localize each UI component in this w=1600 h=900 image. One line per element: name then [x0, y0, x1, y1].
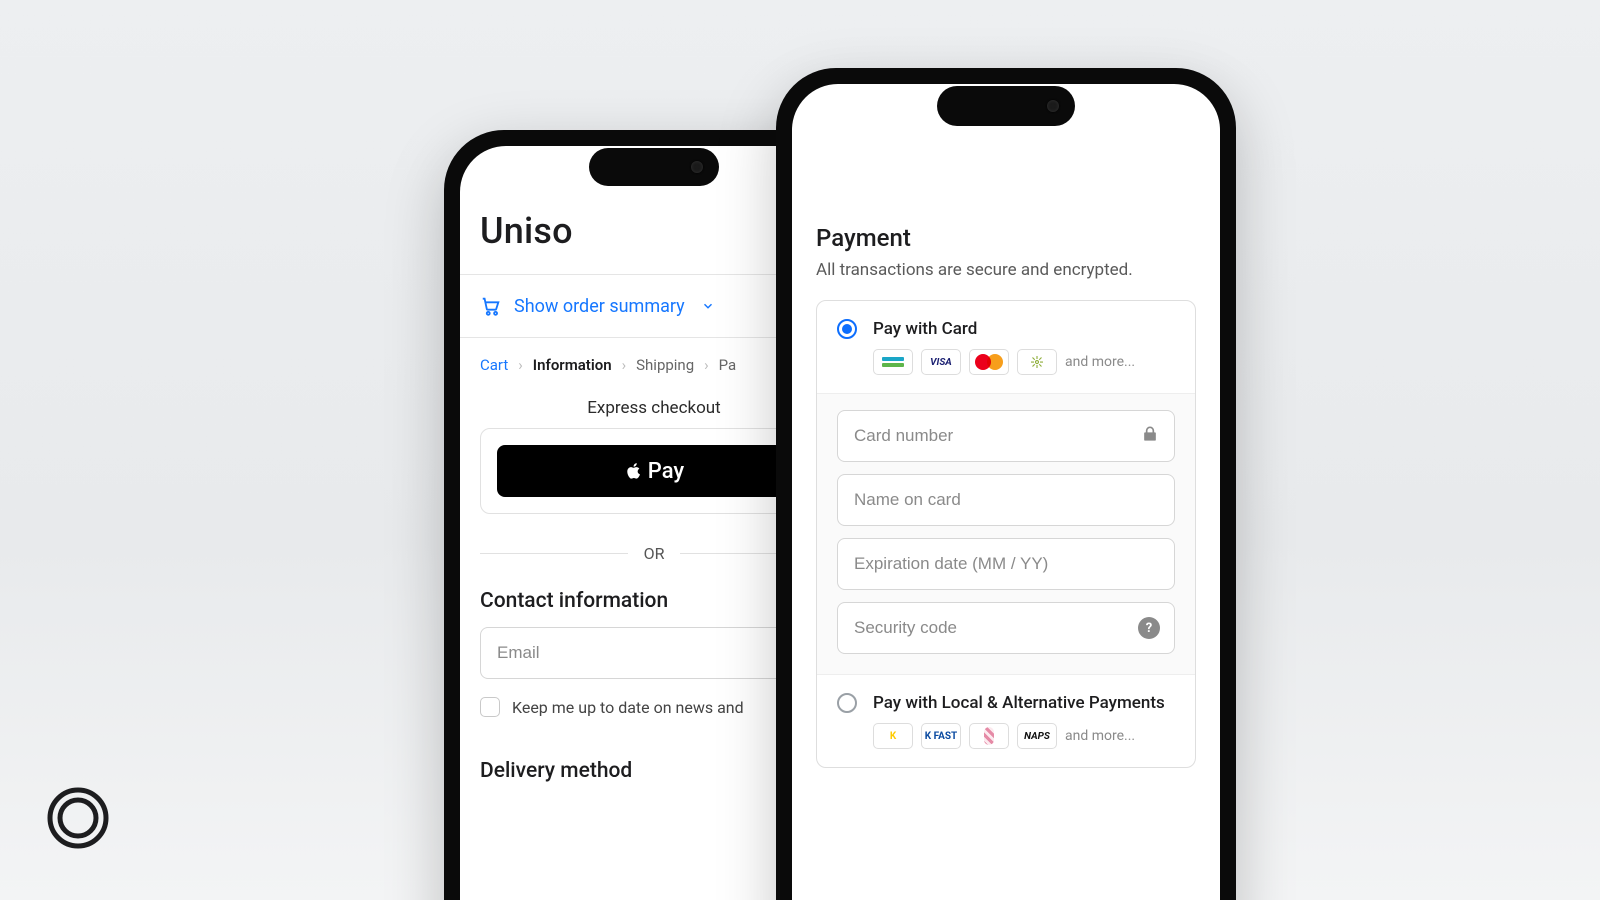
- mastercard-logo-icon: [969, 349, 1009, 375]
- checkbox-icon: [480, 697, 500, 717]
- payment-method-card: Pay with Card VISA and more...: [817, 301, 1195, 394]
- radio-on-icon: [837, 319, 857, 339]
- payment-method-alternative: Pay with Local & Alternative Payments K …: [817, 675, 1195, 767]
- concentric-circles-icon: [46, 786, 110, 850]
- knet-logo-icon: K: [873, 723, 913, 749]
- payment-subtitle: All transactions are secure and encrypte…: [816, 260, 1196, 280]
- chevron-right-icon: ›: [518, 356, 523, 374]
- chevron-right-icon: ›: [704, 356, 709, 374]
- select-pay-alternative[interactable]: Pay with Local & Alternative Payments: [837, 693, 1175, 713]
- meeza-logo-icon: [1017, 349, 1057, 375]
- page-corner-logo: [46, 786, 110, 854]
- name-on-card-field: [837, 474, 1175, 526]
- news-opt-in-label: Keep me up to date on news and: [512, 698, 744, 717]
- chevron-right-icon: ›: [622, 356, 627, 374]
- name-on-card-input[interactable]: [838, 475, 1174, 525]
- cvc-input[interactable]: [838, 603, 1174, 653]
- card-logos-more: and more...: [1065, 354, 1135, 370]
- divider-or-label: OR: [644, 544, 665, 563]
- payment-methods-card: Pay with Card VISA and more...: [816, 300, 1196, 768]
- apple-icon: [624, 459, 644, 483]
- order-summary-label: Show order summary: [514, 296, 685, 317]
- pay-with-card-label: Pay with Card: [873, 319, 977, 339]
- payment-heading: Payment: [816, 224, 1196, 252]
- chevron-down-icon: [701, 299, 715, 313]
- naps-logo-icon: NAPS: [1017, 723, 1057, 749]
- dynamic-island: [937, 86, 1075, 126]
- crumb-cart[interactable]: Cart: [480, 356, 508, 374]
- card-brand-logos: VISA and more...: [873, 349, 1175, 375]
- apple-pay-label: Pay: [648, 459, 684, 484]
- crumb-shipping[interactable]: Shipping: [636, 356, 694, 374]
- dynamic-island: [589, 148, 719, 186]
- alt-logos-more: and more...: [1065, 728, 1135, 744]
- mada-logo-icon: [873, 349, 913, 375]
- card-number-field: [837, 410, 1175, 462]
- radio-off-icon: [837, 693, 857, 713]
- kfast-logo-icon: K FAST: [921, 723, 961, 749]
- phone-mockup-payment: Payment All transactions are secure and …: [776, 68, 1236, 900]
- visa-logo-icon: VISA: [921, 349, 961, 375]
- cvc-field: ?: [837, 602, 1175, 654]
- cart-icon: [480, 295, 502, 317]
- card-details-form: ?: [817, 394, 1195, 675]
- crumb-payment-partial: Pa: [719, 356, 737, 374]
- lock-icon: [1140, 424, 1160, 448]
- benefit-logo-icon: [969, 723, 1009, 749]
- crumb-information[interactable]: Information: [533, 356, 612, 374]
- expiry-input[interactable]: [838, 539, 1174, 589]
- card-number-input[interactable]: [838, 411, 1174, 461]
- expiry-field: [837, 538, 1175, 590]
- help-icon[interactable]: ?: [1138, 617, 1160, 639]
- pay-alternative-label: Pay with Local & Alternative Payments: [873, 693, 1165, 713]
- select-pay-with-card[interactable]: Pay with Card: [837, 319, 1175, 339]
- alt-brand-logos: K K FAST NAPS and more...: [873, 723, 1175, 749]
- apple-pay-button[interactable]: Pay: [497, 445, 811, 497]
